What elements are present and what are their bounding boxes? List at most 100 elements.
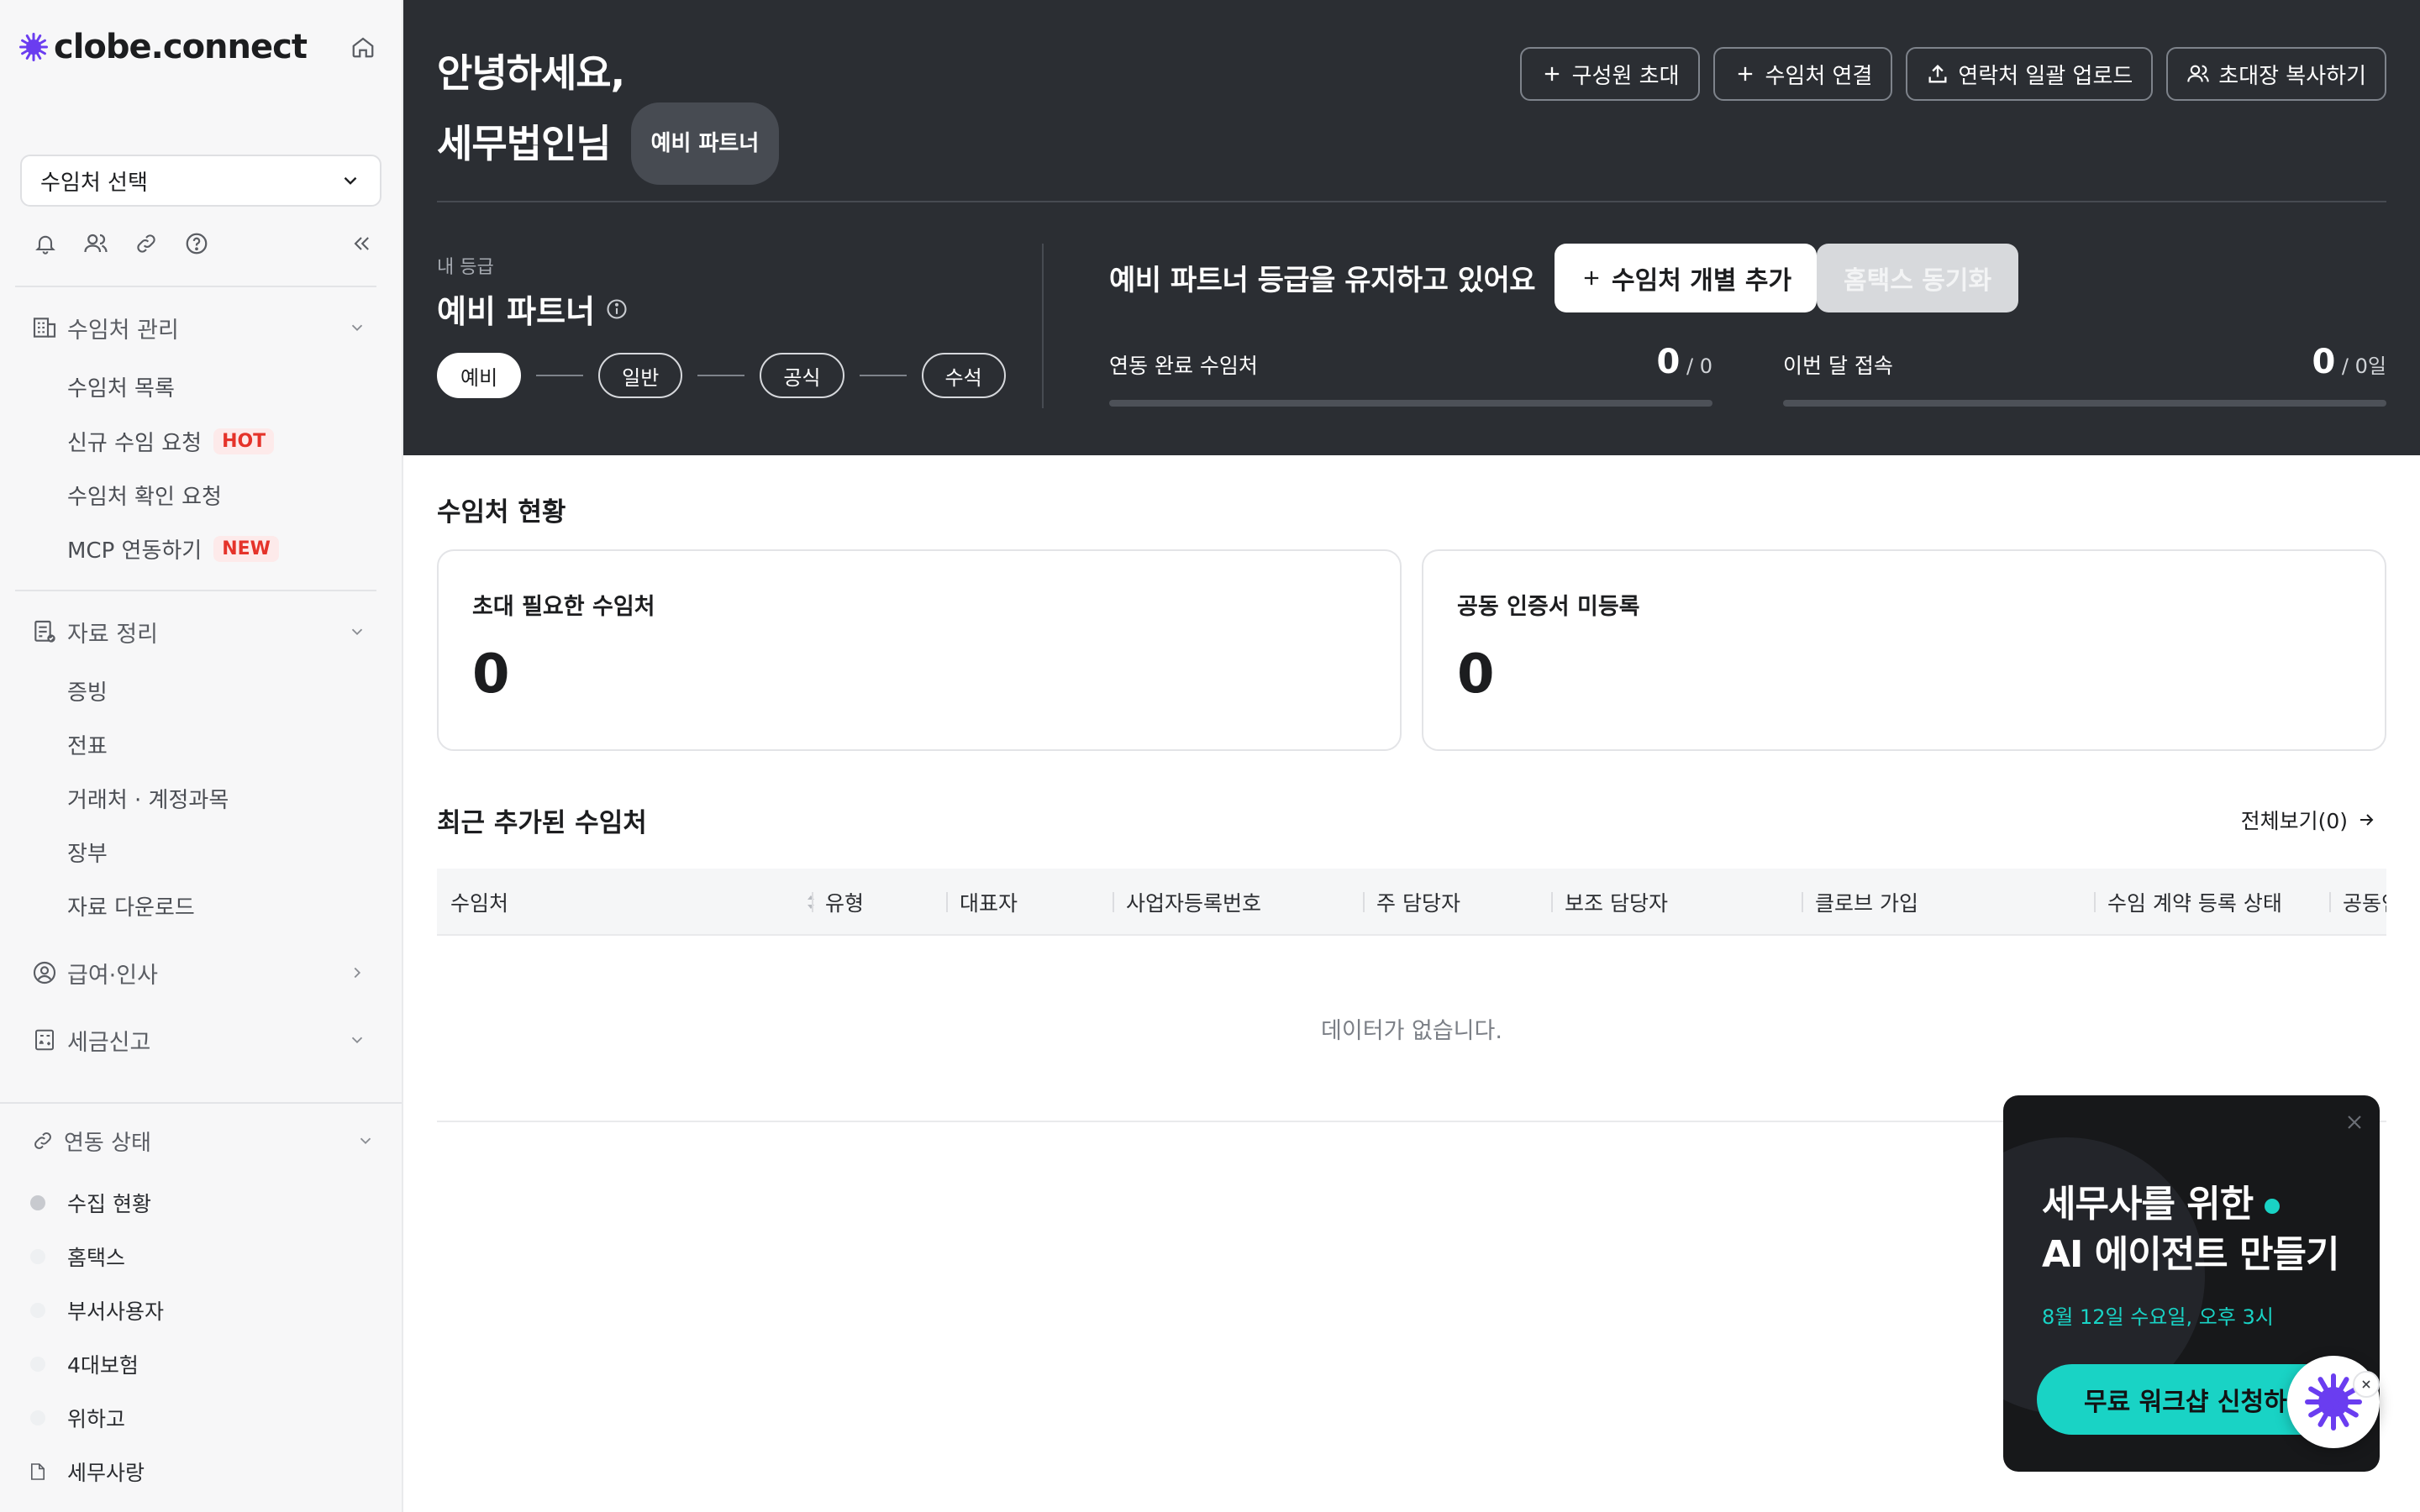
column-separator bbox=[1802, 892, 1803, 912]
section-payroll[interactable]: 급여·인사 bbox=[30, 953, 366, 993]
card-cert-unregistered[interactable]: 공동 인증서 미등록 0 bbox=[1422, 549, 2386, 751]
card-invite-needed[interactable]: 초대 필요한 수임처 0 bbox=[437, 549, 1402, 751]
column-primary-manager[interactable]: 주 담당자 bbox=[1363, 869, 1460, 934]
upload-icon bbox=[1928, 65, 1947, 83]
hometax-sync-button[interactable]: 홈택스 동기화 bbox=[1817, 244, 2019, 312]
sidebar-item-client-list[interactable]: 수임처 목록 bbox=[67, 368, 175, 405]
section-tax[interactable]: 세금신고 bbox=[30, 1020, 366, 1060]
section-client-mgmt-label: 수임처 관리 bbox=[67, 317, 179, 344]
help-icon[interactable] bbox=[178, 225, 215, 262]
bell-icon[interactable] bbox=[27, 225, 64, 262]
close-icon[interactable] bbox=[2353, 1371, 2380, 1398]
sidebar-item-mcp[interactable]: MCP 연동하기 NEW bbox=[67, 530, 279, 567]
column-label: 보조 담당자 bbox=[1565, 891, 1668, 916]
column-biz-number[interactable]: 사업자등록번호 bbox=[1113, 869, 1262, 934]
chevron-down-icon bbox=[351, 628, 363, 636]
hometax-sync-label: 홈택스 동기화 bbox=[1844, 266, 1992, 296]
sidebar-item-download[interactable]: 자료 다운로드 bbox=[67, 887, 195, 924]
status-item-hometax[interactable]: 홈택스 bbox=[30, 1238, 125, 1275]
grade-name-text: 예비 파트너 bbox=[437, 293, 596, 330]
column-sub-manager[interactable]: 보조 담당자 bbox=[1551, 869, 1668, 934]
brand-name: clobe.connect bbox=[54, 28, 308, 66]
status-item-label: 부서사용자 bbox=[67, 1299, 165, 1324]
sidebar-item-label: 거래처 · 계정과목 bbox=[67, 787, 229, 813]
client-select[interactable]: 수임처 선택 bbox=[20, 155, 381, 207]
sidebar-item-confirm-request[interactable]: 수임처 확인 요청 bbox=[67, 476, 222, 513]
status-item-wehago[interactable]: 위하고 bbox=[30, 1399, 125, 1436]
section-payroll-label: 급여·인사 bbox=[67, 962, 158, 989]
sort-icon[interactable] bbox=[805, 893, 817, 911]
column-label: 수임 계약 등록 상태 bbox=[2107, 891, 2282, 916]
sidebar: clobe.connect 수임처 선택 수임처 관리 수임처 목록 신규 수임… bbox=[0, 0, 403, 1512]
metric-total: / 0 bbox=[1680, 354, 1712, 378]
add-client-button[interactable]: 수임처 개별 추가 bbox=[1555, 244, 1818, 312]
column-ceo[interactable]: 대표자 bbox=[946, 869, 1018, 934]
sidebar-item-label: 장부 bbox=[67, 841, 108, 867]
users-icon[interactable] bbox=[77, 225, 114, 262]
column-contract-status[interactable]: 수임 계약 등록 상태 bbox=[2094, 869, 2282, 934]
sidebar-item-label: 신규 수임 요청 bbox=[67, 430, 203, 456]
status-item-collection[interactable]: 수집 현황 bbox=[30, 1184, 151, 1221]
status-item-semusarang[interactable]: 세무사랑 bbox=[30, 1453, 145, 1490]
column-separator bbox=[1113, 892, 1114, 912]
card-title: 공동 인증서 미등록 bbox=[1457, 594, 1640, 620]
status-item-insurance[interactable]: 4대보험 bbox=[30, 1346, 139, 1383]
table-empty-state: 데이터가 없습니다. bbox=[437, 936, 2386, 1122]
logo-row: clobe.connect bbox=[18, 24, 380, 71]
sidebar-item-label: MCP 연동하기 bbox=[67, 538, 203, 564]
promo-title: 세무사를 위한 AI 에이전트 만들기 bbox=[2042, 1179, 2339, 1280]
home-icon[interactable] bbox=[346, 30, 380, 64]
metric-monthly-visits: 이번 달 접속 0 / 0일 bbox=[1783, 343, 2386, 410]
column-separator bbox=[2329, 892, 2331, 912]
copy-invite-button[interactable]: 초대장 복사하기 bbox=[2166, 47, 2386, 101]
view-all-link[interactable]: 전체보기(0) bbox=[2241, 805, 2376, 835]
column-type[interactable]: 유형 bbox=[812, 869, 864, 934]
invite-member-button[interactable]: 구성원 초대 bbox=[1519, 47, 1700, 101]
sidebar-item-evidence[interactable]: 증빙 bbox=[67, 672, 108, 709]
sidebar-item-voucher[interactable]: 전표 bbox=[67, 726, 108, 763]
metric-linked-clients: 연동 완료 수임처 0 / 0 bbox=[1109, 343, 1712, 410]
chevron-down-icon bbox=[360, 1137, 371, 1145]
section-data-org[interactable]: 자료 정리 bbox=[30, 612, 366, 652]
column-label: 수임처 bbox=[450, 891, 509, 916]
status-dot bbox=[30, 1357, 45, 1372]
user-circle-icon bbox=[30, 958, 59, 987]
column-label: 사업자등록번호 bbox=[1126, 891, 1262, 916]
plus-icon bbox=[1584, 270, 1599, 286]
column-label: 대표자 bbox=[960, 891, 1018, 916]
status-dot bbox=[30, 1303, 45, 1318]
bulk-upload-button[interactable]: 연락처 일괄 업로드 bbox=[1906, 47, 2154, 101]
metric-total: / 0일 bbox=[2335, 354, 2386, 378]
step-connector bbox=[859, 375, 907, 376]
column-clobe-signup[interactable]: 클로브 가입 bbox=[1802, 869, 1918, 934]
document-icon bbox=[30, 1462, 45, 1482]
close-icon[interactable] bbox=[2343, 1110, 2366, 1134]
sidebar-item-ledger[interactable]: 장부 bbox=[67, 833, 108, 870]
chevron-down-icon bbox=[351, 324, 363, 332]
metric-number: 0 bbox=[1656, 343, 1681, 381]
header-actions: 구성원 초대 수임처 연결 연락처 일괄 업로드 초대장 복사하기 bbox=[1519, 47, 2386, 101]
plus-icon bbox=[1738, 66, 1752, 81]
chat-assistant-button[interactable] bbox=[2287, 1356, 2380, 1448]
header-divider bbox=[437, 201, 2386, 202]
sidebar-item-label: 전표 bbox=[67, 733, 108, 759]
column-separator bbox=[1363, 892, 1365, 912]
status-item-dept-user[interactable]: 부서사용자 bbox=[30, 1292, 164, 1329]
connect-client-button[interactable]: 수임처 연결 bbox=[1712, 47, 1893, 101]
copy-invite-label: 초대장 복사하기 bbox=[2218, 63, 2366, 89]
logo[interactable]: clobe.connect bbox=[18, 28, 308, 66]
users-icon bbox=[2187, 65, 2209, 82]
info-icon[interactable] bbox=[605, 297, 629, 321]
column-client[interactable]: 수임처 bbox=[450, 869, 814, 934]
column-joint-cert[interactable]: 공동인 bbox=[2329, 869, 2386, 934]
link-icon[interactable] bbox=[128, 225, 165, 262]
section-client-mgmt[interactable]: 수임처 관리 bbox=[30, 307, 366, 348]
status-dot bbox=[30, 1410, 45, 1425]
collapse-sidebar-icon[interactable] bbox=[343, 225, 380, 262]
grade-keep-message: 예비 파트너 등급을 유지하고 있어요 bbox=[1109, 264, 1536, 297]
sidebar-item-accounts[interactable]: 거래처 · 계정과목 bbox=[67, 780, 229, 816]
metric-label: 연동 완료 수임처 bbox=[1109, 354, 1258, 378]
section-link-status[interactable]: 연동 상태 bbox=[30, 1121, 375, 1161]
sidebar-item-new-request[interactable]: 신규 수임 요청 HOT bbox=[67, 423, 275, 459]
hot-badge: HOT bbox=[213, 428, 275, 454]
